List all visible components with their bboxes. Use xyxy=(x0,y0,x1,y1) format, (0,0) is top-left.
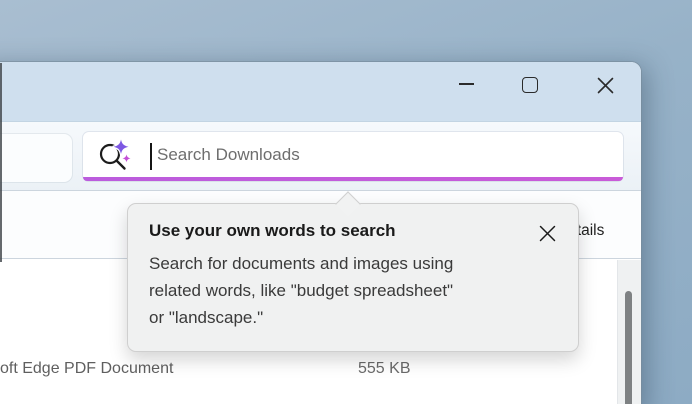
tooltip-body-line: related words, like "budget spreadsheet" xyxy=(149,277,453,304)
ai-search-icon xyxy=(98,138,134,174)
file-size-cell: 555 KB xyxy=(358,360,410,378)
minimize-icon xyxy=(459,83,474,85)
tooltip-body-line: or "landscape." xyxy=(149,304,453,331)
tooltip-close-button[interactable] xyxy=(534,220,560,246)
tooltip-title: Use your own words to search xyxy=(149,221,396,241)
search-input[interactable] xyxy=(157,132,597,177)
scrollbar-thumb[interactable] xyxy=(625,291,632,404)
close-icon xyxy=(597,77,614,94)
minimize-button[interactable] xyxy=(451,74,481,94)
close-icon xyxy=(539,225,556,242)
text-caret xyxy=(150,143,152,170)
tooltip-body-line: Search for documents and images using xyxy=(149,250,453,277)
desktop: Details oft Edge PDF Document 555 KB Use… xyxy=(0,0,692,404)
titlebar[interactable] xyxy=(0,62,641,122)
search-teaching-tooltip: Use your own words to search Search for … xyxy=(127,203,579,352)
file-type-cell: oft Edge PDF Document xyxy=(0,360,173,378)
file-row[interactable]: oft Edge PDF Document 555 KB xyxy=(0,358,641,384)
close-window-button[interactable] xyxy=(594,75,616,95)
address-bar[interactable] xyxy=(0,134,72,182)
search-box[interactable] xyxy=(83,132,623,181)
maximize-icon xyxy=(522,77,538,93)
address-search-row xyxy=(0,122,641,190)
maximize-button[interactable] xyxy=(520,75,540,95)
vertical-scrollbar[interactable] xyxy=(617,260,641,404)
screen-edge-strip xyxy=(0,63,2,262)
tooltip-body: Search for documents and images using re… xyxy=(149,250,453,331)
